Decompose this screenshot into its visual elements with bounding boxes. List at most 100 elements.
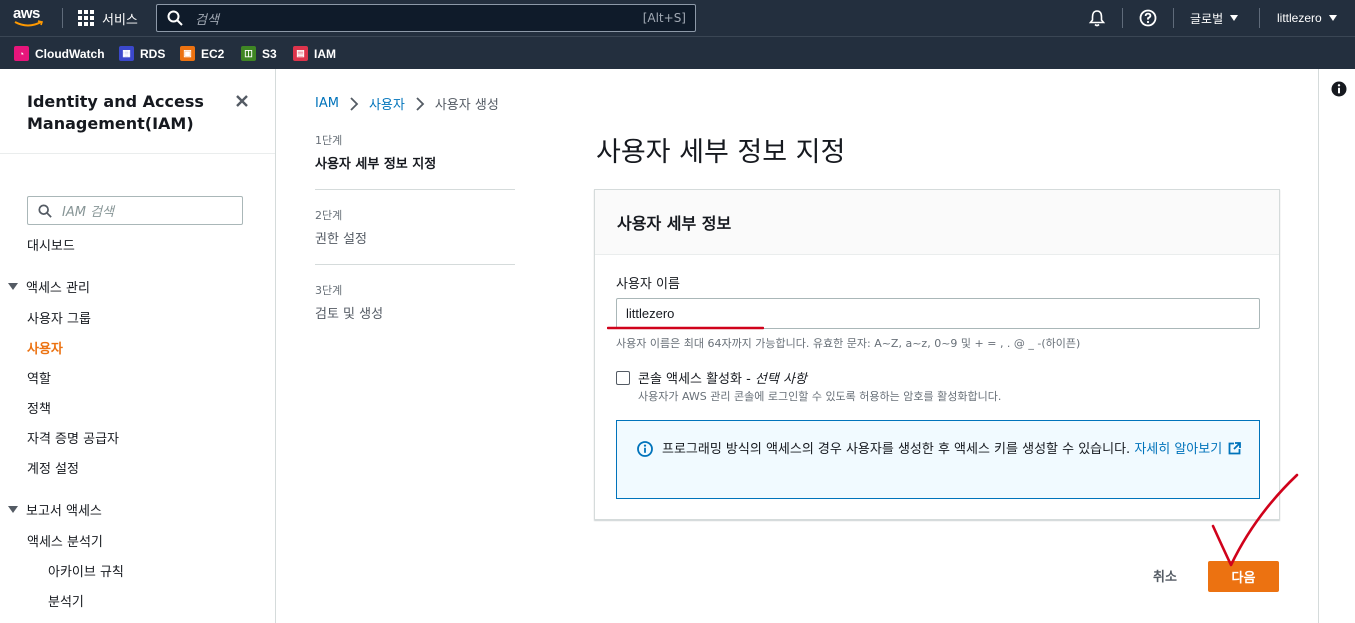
external-link-icon: [1228, 442, 1242, 455]
wizard-step-3: 3단계 검토 및 생성: [315, 282, 515, 322]
chevron-right-icon: [416, 96, 425, 111]
nav-separator: [62, 8, 63, 28]
sidebar-section-label: 액세스 관리: [26, 281, 90, 296]
favorites-bar: ◔ CloudWatch ▦ RDS ▣ EC2 ◫ S3 ▤ IAM: [0, 36, 1355, 69]
sidebar-search-input[interactable]: IAM 검색: [27, 196, 243, 225]
favorite-label: EC2: [201, 46, 225, 61]
wizard-steps: 1단계 사용자 세부 정보 지정 2단계 권한 설정 3단계 검토 및 생성: [315, 132, 515, 322]
aws-logo-text: aws: [13, 5, 40, 22]
username-input[interactable]: littlezero: [616, 298, 1260, 329]
top-navigation: aws 서비스 검색 [Alt+S] 글로벌 littlezero: [0, 0, 1355, 36]
sidebar-item-analyzers[interactable]: 분석기: [48, 591, 84, 610]
info-icon: [637, 441, 653, 457]
services-label: 서비스: [102, 12, 138, 28]
region-label: 글로벌: [1190, 11, 1224, 26]
favorite-label: IAM: [314, 46, 336, 61]
nav-separator: [1173, 8, 1174, 28]
caret-down-icon: [1328, 15, 1337, 21]
wizard-step-1[interactable]: 1단계 사용자 세부 정보 지정: [315, 132, 515, 172]
info-alert: 프로그래밍 방식의 액세스의 경우 사용자를 생성한 후 액세스 키를 생성할 …: [616, 420, 1260, 499]
account-name: littlezero: [1277, 11, 1322, 25]
breadcrumb-users[interactable]: 사용자: [369, 94, 405, 113]
favorite-cloudwatch[interactable]: ◔ CloudWatch: [14, 46, 105, 61]
help-icon: [1139, 9, 1157, 27]
search-placeholder: 검색: [195, 12, 219, 28]
favorite-label: RDS: [140, 46, 166, 61]
iam-icon: ▤: [293, 46, 308, 61]
info-message: 프로그래밍 방식의 액세스의 경우 사용자를 생성한 후 액세스 키를 생성할 …: [662, 442, 1135, 457]
sidebar-section-access[interactable]: 액세스 관리: [8, 277, 90, 296]
sidebar-item-access-analyzer[interactable]: 액세스 분석기: [27, 531, 103, 550]
sidebar: Identity and Access Management(IAM) IAM …: [0, 69, 276, 623]
nav-separator: [1259, 8, 1260, 28]
username-value: littlezero: [626, 306, 675, 321]
step-divider: [315, 264, 515, 265]
console-access-text: 콘솔 액세스 활성화 -: [638, 372, 755, 387]
aws-logo[interactable]: aws: [13, 6, 45, 30]
step-label: 검토 및 생성: [315, 307, 384, 322]
sidebar-title[interactable]: Identity and Access Management(IAM): [27, 91, 227, 135]
services-menu-button[interactable]: 서비스: [78, 0, 138, 36]
info-text: 프로그래밍 방식의 액세스의 경우 사용자를 생성한 후 액세스 키를 생성할 …: [662, 439, 1242, 461]
optional-text: 선택 사항: [754, 372, 807, 387]
sidebar-item-users[interactable]: 사용자: [27, 338, 63, 357]
sidebar-item-user-groups[interactable]: 사용자 그룹: [27, 308, 91, 327]
breadcrumb-iam[interactable]: IAM: [315, 96, 339, 111]
breadcrumb-create-user: 사용자 생성: [434, 98, 499, 113]
info-icon[interactable]: [1331, 81, 1347, 97]
console-access-label[interactable]: 콘솔 액세스 활성화 - 선택 사항: [638, 368, 807, 387]
ec2-icon: ▣: [180, 46, 195, 61]
learn-more-link[interactable]: 자세히 알아보기: [1134, 442, 1242, 457]
username-label: 사용자 이름: [616, 277, 680, 292]
chevron-right-icon: [350, 96, 359, 111]
step-divider: [315, 189, 515, 190]
breadcrumb: IAM 사용자 사용자 생성: [315, 94, 499, 113]
cloudwatch-icon: ◔: [14, 46, 29, 61]
notifications-button[interactable]: [1088, 0, 1106, 36]
sidebar-divider: [0, 153, 275, 154]
user-details-panel: 사용자 세부 정보 사용자 이름 littlezero 사용자 이름은 최대 6…: [594, 189, 1280, 520]
close-icon: [236, 95, 248, 107]
sidebar-item-identity-providers[interactable]: 자격 증명 공급자: [27, 428, 119, 447]
s3-icon: ◫: [241, 46, 256, 61]
sidebar-item-dashboard[interactable]: 대시보드: [27, 235, 75, 254]
console-access-description: 사용자가 AWS 관리 콘솔에 로그인할 수 있도록 허용하는 암호를 활성화합…: [638, 390, 1002, 403]
account-menu[interactable]: littlezero: [1277, 0, 1337, 36]
favorite-label: S3: [262, 46, 277, 61]
learn-more-label: 자세히 알아보기: [1134, 442, 1223, 457]
favorite-rds[interactable]: ▦ RDS: [119, 46, 165, 61]
favorite-label: CloudWatch: [35, 46, 105, 61]
step-number: 3단계: [315, 284, 343, 297]
nav-separator: [1122, 8, 1123, 28]
page-title: 사용자 세부 정보 지정: [596, 137, 846, 168]
rds-icon: ▦: [119, 46, 134, 61]
sidebar-item-archive-rules[interactable]: 아카이브 규칙: [48, 561, 124, 580]
step-label: 사용자 세부 정보 지정: [315, 157, 437, 172]
favorite-s3[interactable]: ◫ S3: [241, 46, 277, 61]
step-number: 1단계: [315, 134, 343, 147]
search-icon: [167, 10, 183, 26]
console-access-checkbox[interactable]: [616, 371, 630, 385]
red-underline-annotation: [607, 326, 764, 330]
step-label: 권한 설정: [315, 232, 367, 247]
grid-icon: [78, 10, 94, 26]
search-shortcut: [Alt+S]: [642, 11, 686, 25]
aws-smile-icon: [14, 20, 44, 27]
help-button[interactable]: [1139, 0, 1157, 36]
sidebar-section-label: 보고서 액세스: [26, 504, 102, 519]
sidebar-section-reports[interactable]: 보고서 액세스: [8, 500, 102, 519]
sidebar-item-roles[interactable]: 역할: [27, 368, 51, 387]
help-panel-rail: [1318, 69, 1355, 623]
bell-icon: [1088, 10, 1106, 27]
sidebar-item-policies[interactable]: 정책: [27, 398, 51, 417]
favorite-ec2[interactable]: ▣ EC2: [180, 46, 224, 61]
cancel-button[interactable]: 취소: [1140, 560, 1190, 590]
sidebar-search-placeholder: IAM 검색: [62, 205, 114, 220]
region-selector[interactable]: 글로벌: [1190, 0, 1239, 36]
sidebar-item-account-settings[interactable]: 계정 설정: [27, 458, 79, 477]
global-search-input[interactable]: 검색 [Alt+S]: [156, 4, 696, 32]
username-hint: 사용자 이름은 최대 64자까지 가능합니다. 유효한 문자: A~Z, a~z…: [616, 337, 1081, 350]
close-sidebar-button[interactable]: [236, 91, 248, 112]
favorite-iam[interactable]: ▤ IAM: [293, 46, 336, 61]
next-button[interactable]: 다음: [1208, 561, 1279, 592]
